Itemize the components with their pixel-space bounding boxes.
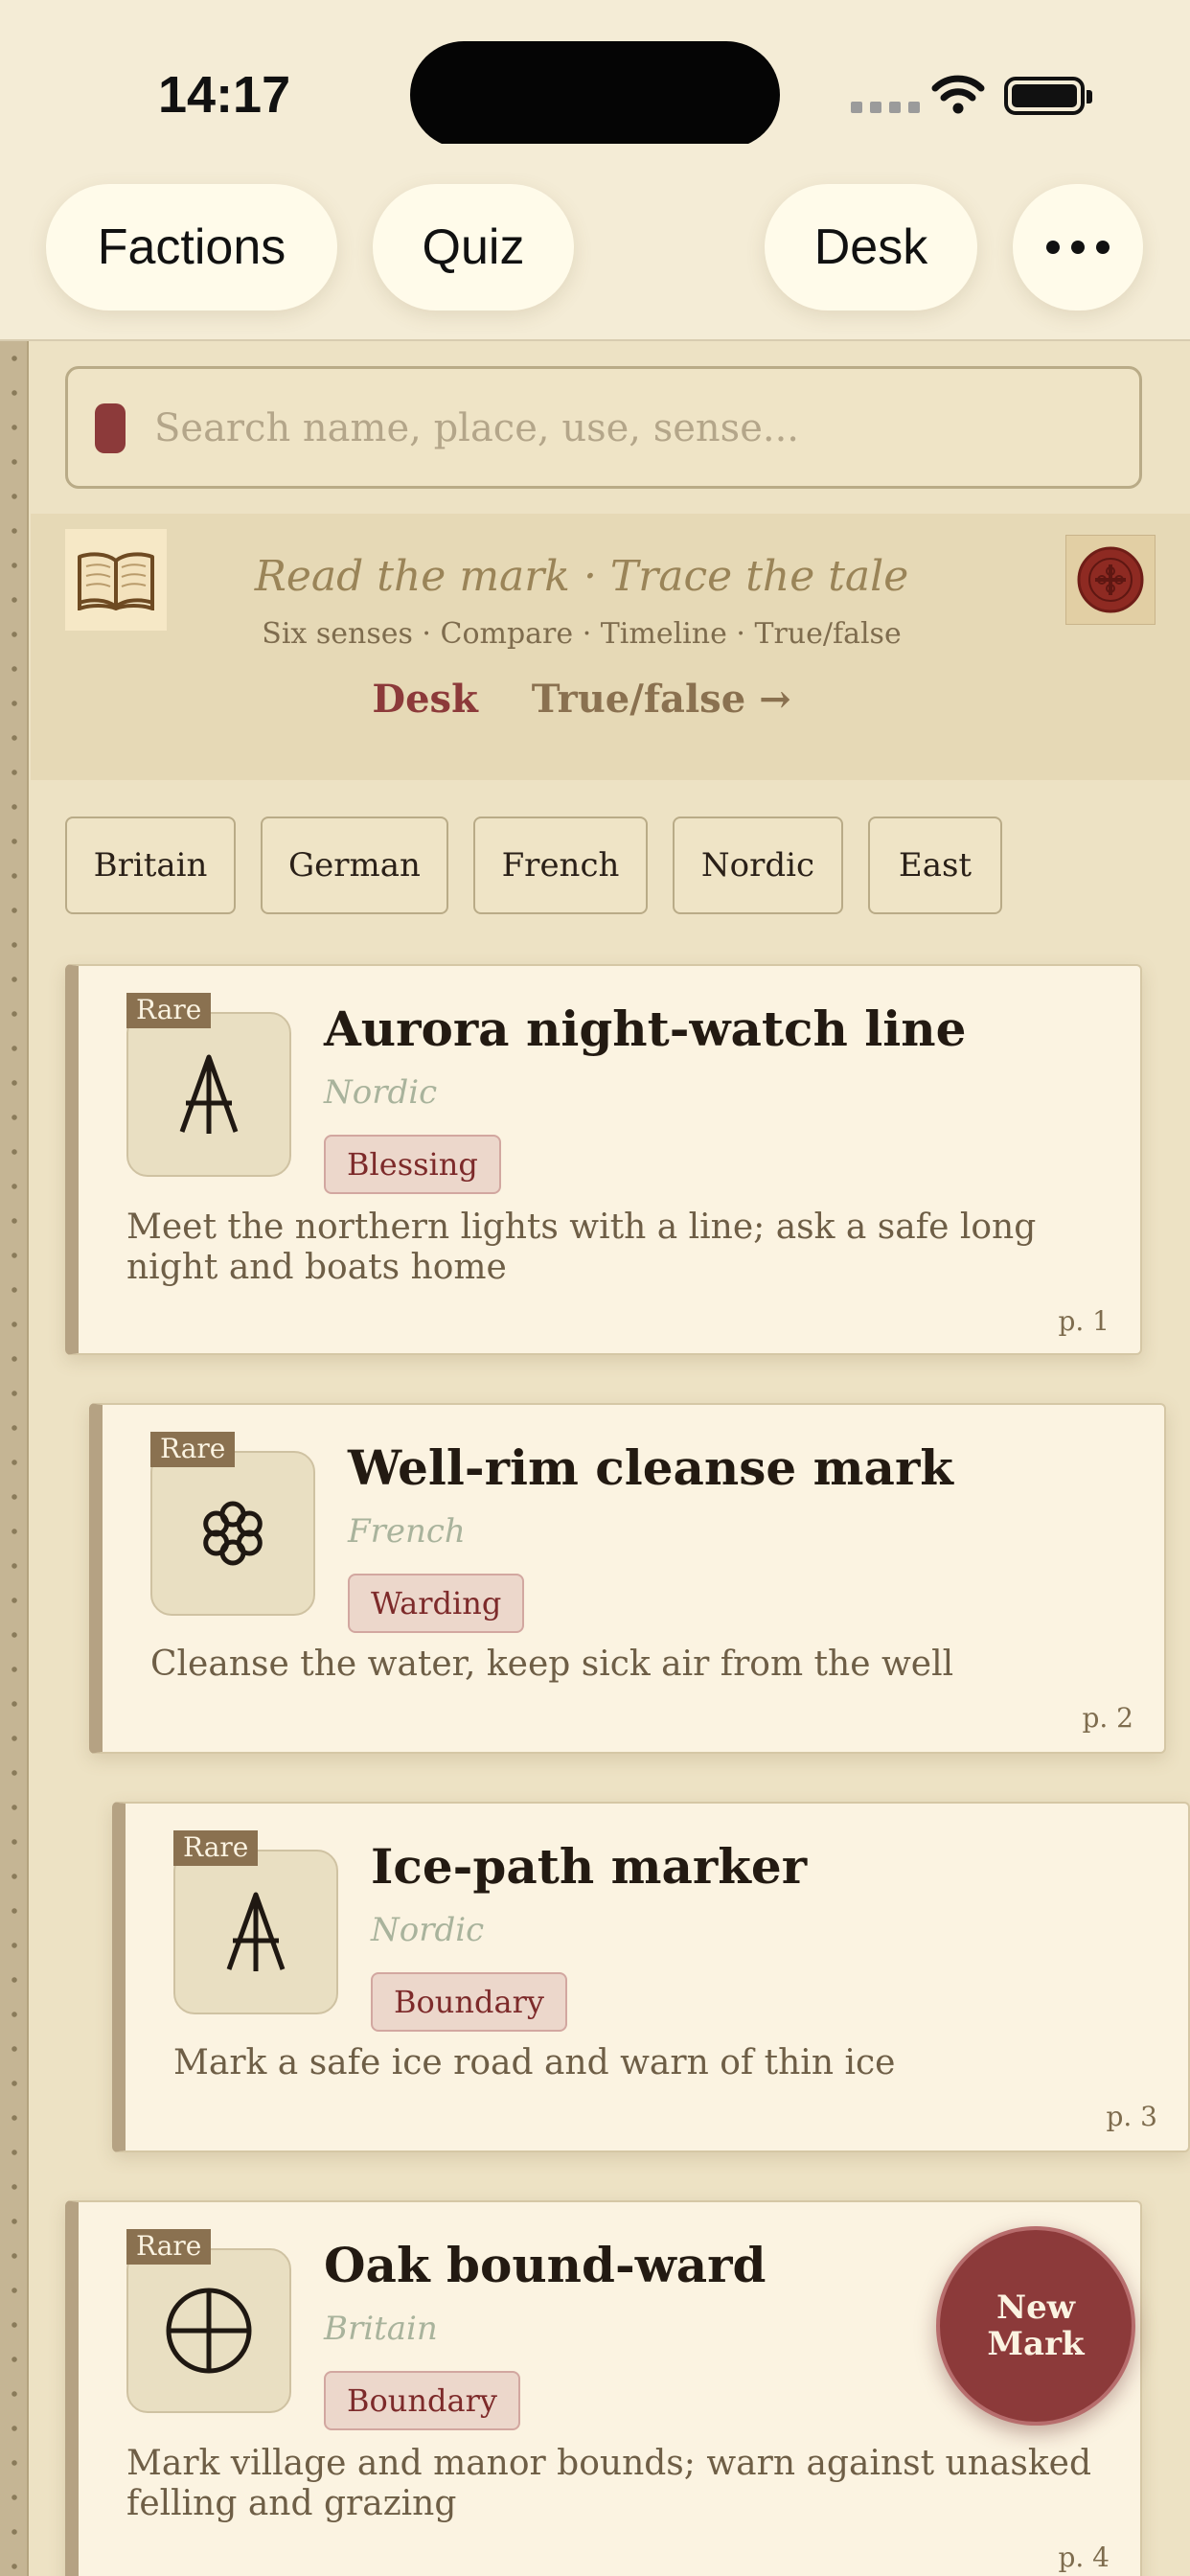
mark-card[interactable]: Rare Well-rim cleanse mark French Wardin… bbox=[89, 1403, 1166, 1754]
top-navigation: Factions Quiz Desk bbox=[0, 144, 1190, 341]
cellular-signal-icon bbox=[851, 102, 920, 113]
new-mark-button[interactable]: New Mark bbox=[936, 2226, 1135, 2426]
desk-button[interactable]: Desk bbox=[765, 184, 977, 310]
mark-card[interactable]: Rare Ice-path marker Nordic Boundary Mar… bbox=[112, 1802, 1190, 2152]
rare-badge: Rare bbox=[126, 2229, 212, 2265]
card-tag: Warding bbox=[348, 1574, 525, 1633]
banner-desk-link[interactable]: Desk bbox=[372, 677, 477, 722]
card-description: Cleanse the water, keep sick air from th… bbox=[150, 1644, 954, 1684]
search-marker-icon bbox=[95, 403, 126, 453]
banner-links: Desk True/false → bbox=[31, 677, 1133, 722]
card-page-number: p. 1 bbox=[1058, 1305, 1110, 1337]
rare-badge: Rare bbox=[150, 1432, 236, 1467]
rare-badge: Rare bbox=[173, 1830, 259, 1866]
banner-features: Six senses · Compare · Timeline · True/f… bbox=[262, 617, 902, 651]
more-dot-icon bbox=[1071, 241, 1085, 254]
card-tag: Blessing bbox=[324, 1135, 501, 1194]
card-page-number: p. 2 bbox=[1082, 1702, 1133, 1734]
card-tag: Boundary bbox=[324, 2371, 520, 2430]
battery-icon bbox=[1004, 77, 1092, 115]
card-description: Mark a safe ice road and warn of thin ic… bbox=[173, 2043, 896, 2082]
banner-truefalse-link[interactable]: True/false → bbox=[532, 677, 791, 722]
filter-chip-french[interactable]: French bbox=[473, 816, 648, 914]
status-time: 14:17 bbox=[158, 66, 291, 124]
more-dot-icon bbox=[1096, 241, 1110, 254]
card-description: Meet the northern lights with a line; as… bbox=[126, 1208, 1037, 1287]
card-tag: Boundary bbox=[371, 1972, 567, 2032]
arrow-rune-icon bbox=[126, 1012, 291, 1177]
wifi-icon bbox=[931, 75, 985, 114]
filter-chip-east[interactable]: East bbox=[868, 816, 1002, 914]
search-bar[interactable] bbox=[65, 366, 1142, 489]
rare-badge: Rare bbox=[126, 993, 212, 1028]
factions-button[interactable]: Factions bbox=[46, 184, 337, 310]
card-region: Nordic bbox=[324, 1073, 438, 1112]
card-title: Oak bound-ward bbox=[324, 2237, 767, 2293]
mark-card[interactable]: Rare Aurora night-watch line Nordic Bles… bbox=[65, 964, 1142, 1355]
card-title: Ice-path marker bbox=[371, 1838, 808, 1895]
search-input[interactable] bbox=[154, 390, 1112, 467]
intro-banner: Read the mark · Trace the tale Six sense… bbox=[31, 514, 1190, 780]
card-page-number: p. 4 bbox=[1058, 2542, 1110, 2573]
fab-label-line1: New bbox=[996, 2288, 1075, 2327]
card-title: Well-rim cleanse mark bbox=[348, 1439, 953, 1496]
more-options-button[interactable] bbox=[1013, 184, 1143, 310]
more-dot-icon bbox=[1046, 241, 1060, 254]
quiz-button[interactable]: Quiz bbox=[373, 184, 574, 310]
card-description: Mark village and manor bounds; warn agai… bbox=[126, 2444, 1091, 2523]
banner-tagline: Read the mark · Trace the tale bbox=[254, 552, 909, 601]
card-region: Nordic bbox=[371, 1911, 485, 1949]
filter-chip-nordic[interactable]: Nordic bbox=[673, 816, 843, 914]
dynamic-island bbox=[410, 41, 780, 149]
flower-rosette-icon bbox=[150, 1451, 315, 1616]
card-title: Aurora night-watch line bbox=[324, 1000, 967, 1057]
wax-seal-icon bbox=[1065, 535, 1156, 625]
rail-stitching bbox=[11, 341, 18, 2576]
filter-chip-german[interactable]: German bbox=[261, 816, 448, 914]
fab-label-line2: Mark bbox=[987, 2325, 1085, 2363]
card-region: Britain bbox=[324, 2310, 438, 2348]
filter-chip-britain[interactable]: Britain bbox=[65, 816, 236, 914]
card-page-number: p. 3 bbox=[1106, 2101, 1157, 2132]
card-region: French bbox=[348, 1512, 466, 1551]
arrow-rune-icon bbox=[173, 1850, 338, 2014]
circled-cross-icon bbox=[126, 2248, 291, 2413]
